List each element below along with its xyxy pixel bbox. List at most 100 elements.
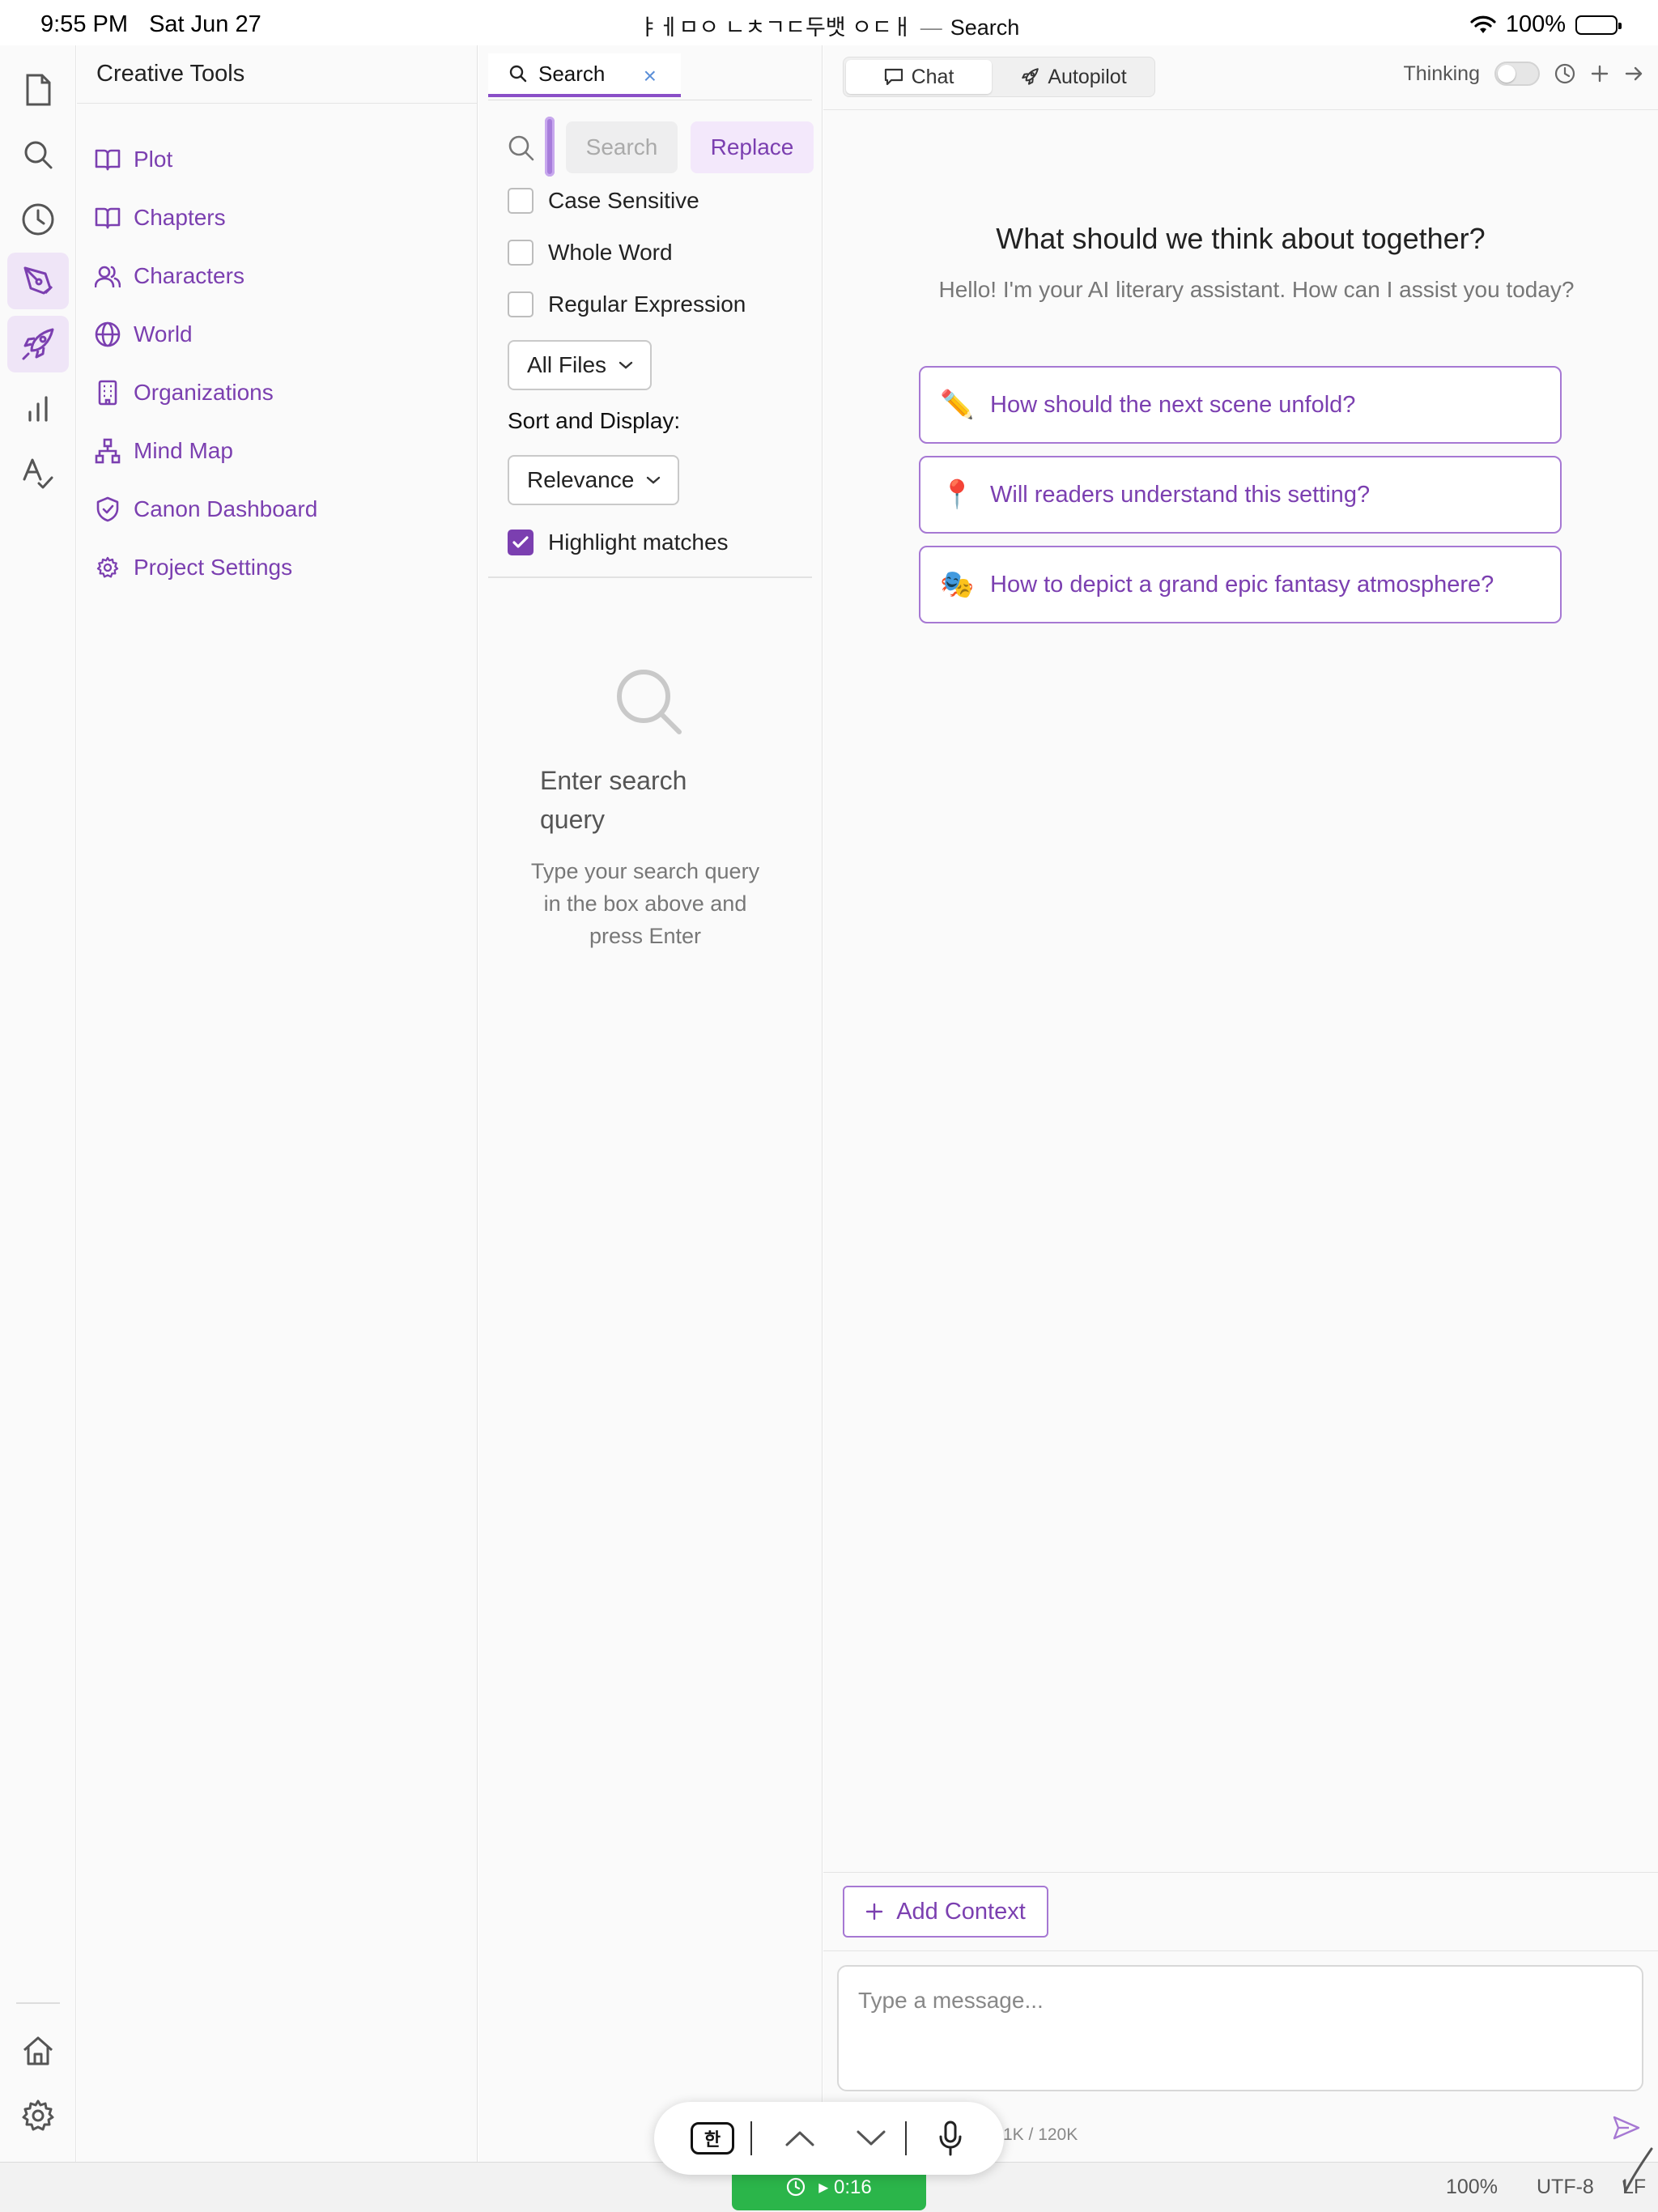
regex-checkbox[interactable] xyxy=(508,291,534,317)
empty-search-title: Enter search query xyxy=(540,766,687,834)
collapse-arrow-right-icon[interactable] xyxy=(1624,65,1643,83)
tab-autopilot[interactable]: Autopilot xyxy=(994,60,1153,94)
plus-icon xyxy=(865,1903,883,1921)
welcome-subtitle: Hello! I'm your AI literary assistant. H… xyxy=(938,277,1575,302)
tool-item-characters[interactable]: Characters xyxy=(95,256,244,296)
welcome-title: What should we think about together? xyxy=(996,222,1486,255)
pin-emoji-icon: 📍 xyxy=(940,479,975,510)
tool-item-label: Chapters xyxy=(134,205,226,230)
tab-chat[interactable]: Chat xyxy=(846,60,992,94)
sort-dropdown[interactable]: Relevance xyxy=(508,455,680,505)
highlight-matches-checkbox[interactable] xyxy=(508,530,534,555)
tab-chat-label: Chat xyxy=(911,65,954,88)
tool-item-canon-dashboard[interactable]: Canon Dashboard xyxy=(95,489,317,530)
tool-item-project-settings[interactable]: Project Settings xyxy=(95,547,292,588)
microphone-icon[interactable] xyxy=(926,2118,975,2159)
chevron-down-icon xyxy=(645,475,661,485)
whole-word-label: Whole Word xyxy=(548,240,673,265)
suggestion-text: How to depict a grand epic fantasy atmos… xyxy=(990,571,1494,598)
search-icon[interactable] xyxy=(7,126,69,183)
timer-value: ▸ 0:16 xyxy=(818,2176,872,2198)
whole-word-checkbox[interactable] xyxy=(508,240,534,266)
network-icon xyxy=(95,438,121,464)
case-sensitive-checkbox[interactable] xyxy=(508,188,534,214)
tool-item-world[interactable]: World xyxy=(95,314,193,355)
regex-label: Regular Expression xyxy=(548,291,746,317)
encoding[interactable]: UTF-8 xyxy=(1537,2176,1594,2199)
rocket-icon xyxy=(1020,67,1039,87)
window-title-name: Search xyxy=(950,15,1020,40)
settings-gear-icon[interactable] xyxy=(7,2087,69,2144)
globe-icon xyxy=(95,321,121,347)
scribble-pencil-icon[interactable] xyxy=(1622,2146,1655,2194)
highlight-matches-option[interactable]: Highlight matches xyxy=(508,526,729,559)
toolbar-divider xyxy=(750,2121,752,2155)
chat-panel: Chat Autopilot Thinking What should we t… xyxy=(823,45,1658,2162)
send-icon[interactable] xyxy=(1613,2116,1640,2140)
file-icon[interactable] xyxy=(7,62,69,118)
history-clock-icon[interactable] xyxy=(1554,63,1575,84)
clock-icon[interactable] xyxy=(7,191,69,248)
suggestion-text: Will readers understand this setting? xyxy=(990,481,1371,508)
timer-clock-icon xyxy=(786,2177,806,2197)
battery-icon xyxy=(1575,15,1622,35)
suggestion-next-scene[interactable]: ✏️ How should the next scene unfold? xyxy=(919,366,1562,444)
tool-item-label: Mind Map xyxy=(134,438,233,463)
regex-option[interactable]: Regular Expression xyxy=(508,288,746,321)
creative-tools-panel: Creative Tools Plot Chapters Characters … xyxy=(77,45,478,2162)
search-input[interactable] xyxy=(545,117,555,177)
rocket-icon[interactable] xyxy=(7,316,69,372)
book-icon xyxy=(95,147,121,172)
search-button[interactable]: Search xyxy=(566,121,678,173)
battery-percent: 100% xyxy=(1505,11,1566,37)
tool-item-chapters[interactable]: Chapters xyxy=(95,198,226,238)
search-options-divider xyxy=(488,576,812,578)
token-count: 1K / 120K xyxy=(1003,2125,1078,2144)
tool-item-label: Characters xyxy=(134,263,244,288)
bar-chart-icon[interactable] xyxy=(7,381,69,437)
chevron-up-icon[interactable] xyxy=(776,2118,824,2159)
suggestion-setting[interactable]: 📍 Will readers understand this setting? xyxy=(919,456,1562,534)
case-sensitive-label: Case Sensitive xyxy=(548,188,699,213)
tool-item-plot[interactable]: Plot xyxy=(95,139,172,180)
magnifier-icon xyxy=(509,65,527,83)
wifi-icon xyxy=(1470,15,1496,35)
search-panel: Search × Search Replace Case Sensitive W… xyxy=(478,45,823,2162)
case-sensitive-option[interactable]: Case Sensitive xyxy=(508,185,699,217)
message-input[interactable]: Type a message... xyxy=(837,1965,1643,2091)
empty-search-icon xyxy=(614,667,684,737)
pen-nib-icon[interactable] xyxy=(7,253,69,309)
scope-dropdown[interactable]: All Files xyxy=(508,340,653,390)
status-bar: 9:55 PM Sat Jun 27 ㅑㅔㅁㅇ ㄴㅊㄱㄷ두뱃 ㅇㄷㅐ — Searc… xyxy=(0,0,1658,45)
korean-ime-button[interactable]: 한 xyxy=(688,2118,737,2159)
tool-item-mind-map[interactable]: Mind Map xyxy=(95,431,233,471)
window-title-separator: — xyxy=(920,15,942,40)
tab-search[interactable]: Search × xyxy=(488,53,681,97)
close-tab-icon[interactable]: × xyxy=(644,63,657,89)
spellcheck-icon[interactable] xyxy=(7,445,69,502)
window-title-prefix: ㅑㅔㅁㅇ ㄴㅊㄱㄷ두뱃 ㅇㄷㅐ xyxy=(638,15,912,40)
tab-autopilot-label: Autopilot xyxy=(1048,65,1127,88)
rail-divider xyxy=(16,2002,60,2004)
replace-button[interactable]: Replace xyxy=(691,121,814,173)
tool-item-label: Canon Dashboard xyxy=(134,496,318,521)
chat-header: Chat Autopilot Thinking xyxy=(823,45,1658,110)
empty-search-description: Type your search query in the box above … xyxy=(530,859,760,948)
suggestion-text: How should the next scene unfold? xyxy=(990,391,1356,418)
thinking-label: Thinking xyxy=(1403,62,1481,85)
icon-rail xyxy=(0,45,76,2162)
tool-item-label: Project Settings xyxy=(134,555,293,580)
home-icon[interactable] xyxy=(7,2023,69,2079)
thinking-toggle[interactable] xyxy=(1494,62,1540,86)
tool-item-organizations[interactable]: Organizations xyxy=(95,372,274,413)
new-chat-plus-icon[interactable] xyxy=(1590,64,1609,83)
add-context-button[interactable]: Add Context xyxy=(843,1886,1048,1938)
keyboard-toolbar: 한 xyxy=(654,2102,1004,2175)
pencil-emoji-icon: ✏️ xyxy=(940,389,975,420)
zoom-level[interactable]: 100% xyxy=(1446,2176,1498,2199)
gear-icon xyxy=(95,555,121,581)
whole-word-option[interactable]: Whole Word xyxy=(508,236,673,269)
chevron-down-icon[interactable] xyxy=(847,2118,895,2159)
theater-masks-emoji-icon: 🎭 xyxy=(940,569,975,600)
suggestion-epic-fantasy[interactable]: 🎭 How to depict a grand epic fantasy atm… xyxy=(919,546,1562,623)
